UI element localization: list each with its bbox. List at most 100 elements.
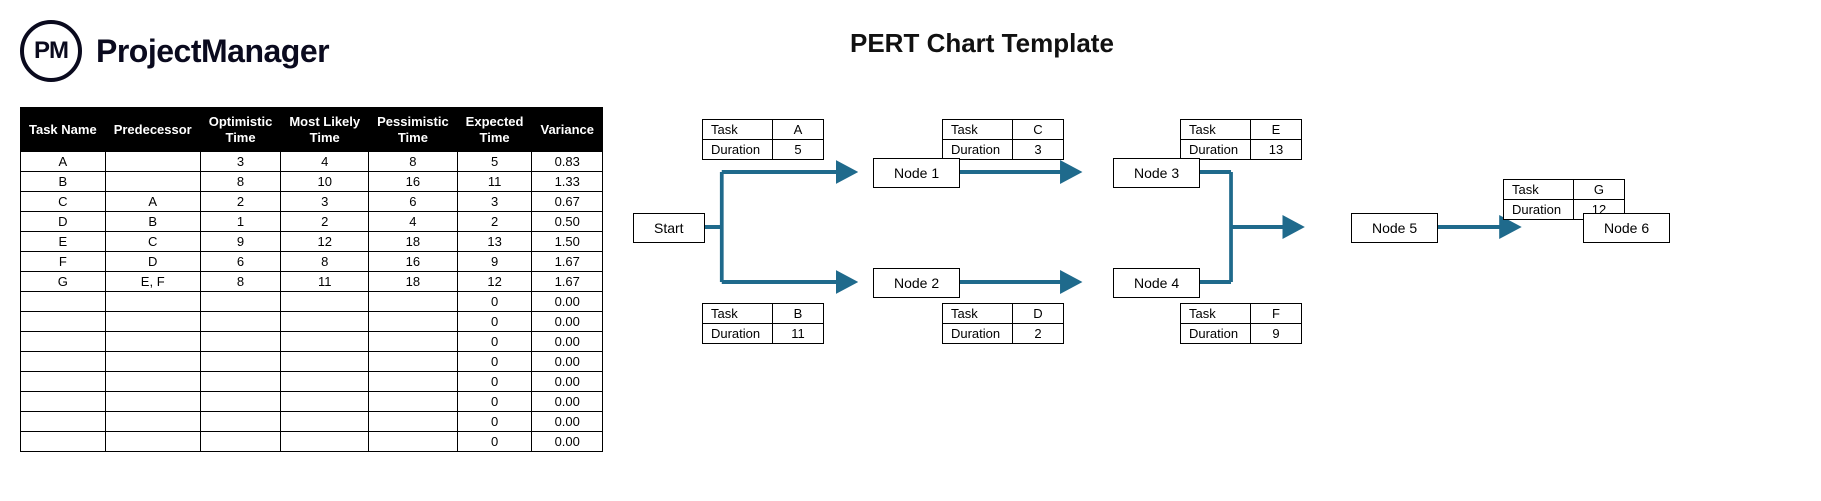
table-cell[interactable]: E, F — [105, 272, 200, 292]
table-cell[interactable]: 6 — [200, 252, 281, 272]
table-cell[interactable]: 4 — [281, 152, 369, 172]
table-cell[interactable]: E — [21, 232, 106, 252]
table-cell[interactable]: D — [21, 212, 106, 232]
table-cell[interactable]: F — [21, 252, 106, 272]
table-cell[interactable]: 0 — [457, 412, 532, 432]
table-cell[interactable]: 8 — [200, 272, 281, 292]
table-cell[interactable]: 0.83 — [532, 152, 603, 172]
table-cell[interactable] — [105, 332, 200, 352]
table-cell[interactable]: 16 — [369, 172, 458, 192]
table-cell[interactable]: A — [21, 152, 106, 172]
table-cell[interactable] — [21, 292, 106, 312]
table-cell[interactable] — [281, 392, 369, 412]
table-cell[interactable]: 0.00 — [532, 392, 603, 412]
table-cell[interactable] — [281, 412, 369, 432]
table-cell[interactable]: A — [105, 192, 200, 212]
table-cell[interactable]: 9 — [200, 232, 281, 252]
table-cell[interactable]: 6 — [369, 192, 458, 212]
table-cell[interactable] — [200, 392, 281, 412]
table-cell[interactable]: 11 — [457, 172, 532, 192]
table-cell[interactable]: C — [21, 192, 106, 212]
table-cell[interactable] — [105, 312, 200, 332]
table-cell[interactable]: 0 — [457, 332, 532, 352]
table-cell[interactable]: 0.00 — [532, 412, 603, 432]
table-cell[interactable]: 1.67 — [532, 272, 603, 292]
table-cell[interactable]: 9 — [457, 252, 532, 272]
table-cell[interactable] — [369, 372, 458, 392]
table-cell[interactable]: 8 — [281, 252, 369, 272]
table-cell[interactable] — [21, 412, 106, 432]
table-cell[interactable]: B — [21, 172, 106, 192]
table-cell[interactable]: 18 — [369, 232, 458, 252]
table-cell[interactable]: 0.00 — [532, 432, 603, 452]
table-cell[interactable] — [105, 372, 200, 392]
table-cell[interactable]: 11 — [281, 272, 369, 292]
table-cell[interactable] — [369, 332, 458, 352]
table-cell[interactable] — [281, 432, 369, 452]
table-cell[interactable] — [369, 312, 458, 332]
table-cell[interactable]: C — [105, 232, 200, 252]
table-cell[interactable] — [281, 312, 369, 332]
table-cell[interactable] — [105, 392, 200, 412]
table-cell[interactable] — [200, 332, 281, 352]
table-cell[interactable]: 8 — [369, 152, 458, 172]
table-cell[interactable] — [369, 292, 458, 312]
table-cell[interactable]: G — [21, 272, 106, 292]
table-cell[interactable]: 16 — [369, 252, 458, 272]
table-cell[interactable]: 0.67 — [532, 192, 603, 212]
table-cell[interactable] — [200, 352, 281, 372]
table-cell[interactable] — [105, 432, 200, 452]
table-cell[interactable]: 3 — [281, 192, 369, 212]
table-cell[interactable] — [369, 352, 458, 372]
table-cell[interactable] — [200, 312, 281, 332]
table-cell[interactable]: 1.33 — [532, 172, 603, 192]
table-cell[interactable]: 1.50 — [532, 232, 603, 252]
table-cell[interactable] — [105, 412, 200, 432]
table-cell[interactable]: 3 — [457, 192, 532, 212]
table-cell[interactable]: 0 — [457, 392, 532, 412]
table-cell[interactable]: 0 — [457, 372, 532, 392]
table-cell[interactable]: 12 — [281, 232, 369, 252]
table-cell[interactable] — [21, 312, 106, 332]
table-cell[interactable] — [21, 392, 106, 412]
table-cell[interactable] — [281, 332, 369, 352]
table-cell[interactable] — [281, 372, 369, 392]
table-cell[interactable]: 0.00 — [532, 312, 603, 332]
table-cell[interactable]: 13 — [457, 232, 532, 252]
table-cell[interactable]: 1 — [200, 212, 281, 232]
table-cell[interactable]: 5 — [457, 152, 532, 172]
table-cell[interactable] — [281, 292, 369, 312]
table-cell[interactable] — [200, 292, 281, 312]
table-cell[interactable] — [281, 352, 369, 372]
table-cell[interactable]: 0.00 — [532, 292, 603, 312]
table-cell[interactable]: B — [105, 212, 200, 232]
table-cell[interactable] — [200, 432, 281, 452]
table-cell[interactable]: 0.00 — [532, 332, 603, 352]
table-cell[interactable]: 18 — [369, 272, 458, 292]
table-cell[interactable] — [200, 372, 281, 392]
table-cell[interactable]: 0.00 — [532, 372, 603, 392]
table-cell[interactable]: 12 — [457, 272, 532, 292]
table-cell[interactable]: 1.67 — [532, 252, 603, 272]
table-cell[interactable]: 2 — [200, 192, 281, 212]
table-cell[interactable] — [105, 172, 200, 192]
table-cell[interactable] — [21, 332, 106, 352]
table-cell[interactable]: 0.00 — [532, 352, 603, 372]
table-cell[interactable]: 2 — [281, 212, 369, 232]
table-cell[interactable]: 0 — [457, 432, 532, 452]
table-cell[interactable]: 10 — [281, 172, 369, 192]
table-cell[interactable]: 0 — [457, 292, 532, 312]
table-cell[interactable] — [105, 292, 200, 312]
table-cell[interactable] — [21, 372, 106, 392]
table-cell[interactable] — [369, 412, 458, 432]
table-cell[interactable] — [369, 432, 458, 452]
table-cell[interactable]: 0 — [457, 312, 532, 332]
table-cell[interactable] — [105, 152, 200, 172]
table-cell[interactable] — [21, 432, 106, 452]
table-cell[interactable]: 2 — [457, 212, 532, 232]
table-cell[interactable]: 8 — [200, 172, 281, 192]
table-cell[interactable] — [369, 392, 458, 412]
table-cell[interactable]: 3 — [200, 152, 281, 172]
table-cell[interactable]: 0.50 — [532, 212, 603, 232]
table-cell[interactable] — [21, 352, 106, 372]
